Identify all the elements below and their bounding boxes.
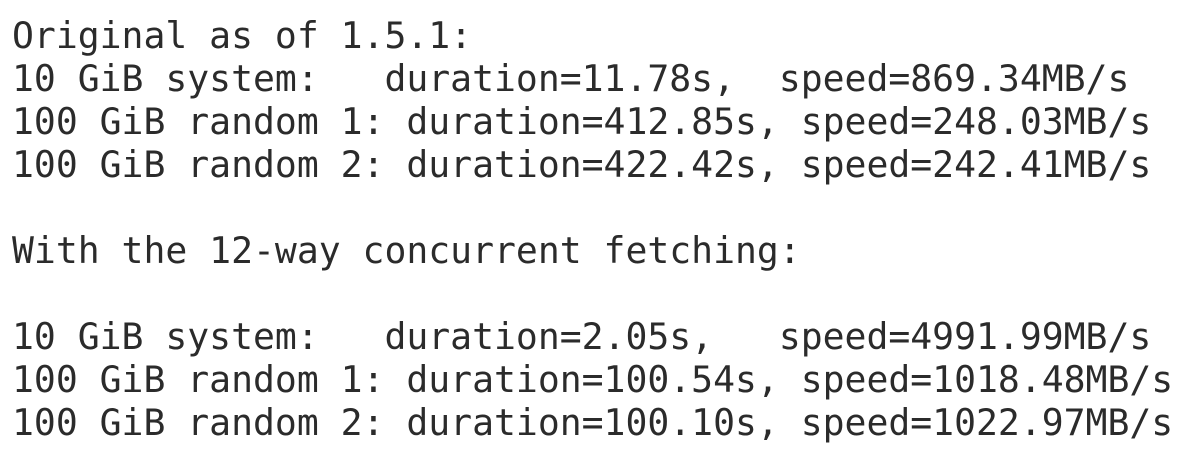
text-line-original-header: Original as of 1.5.1: — [12, 14, 473, 57]
text-line-concurrent-100gib-random-2: 100 GiB random 2: duration=100.10s, spee… — [12, 401, 1174, 444]
text-line-original-10gib-system: 10 GiB system: duration=11.78s, speed=86… — [12, 57, 1130, 100]
text-line-original-100gib-random-2: 100 GiB random 2: duration=422.42s, spee… — [12, 143, 1152, 186]
text-line-concurrent-100gib-random-1: 100 GiB random 1: duration=100.54s, spee… — [12, 358, 1174, 401]
text-line-concurrent-10gib-system: 10 GiB system: duration=2.05s, speed=499… — [12, 315, 1152, 358]
text-line-original-100gib-random-1: 100 GiB random 1: duration=412.85s, spee… — [12, 100, 1152, 143]
text-line-concurrent-header: With the 12-way concurrent fetching: — [12, 229, 801, 272]
benchmark-output-text: Original as of 1.5.1: 10 GiB system: dur… — [12, 14, 1173, 444]
